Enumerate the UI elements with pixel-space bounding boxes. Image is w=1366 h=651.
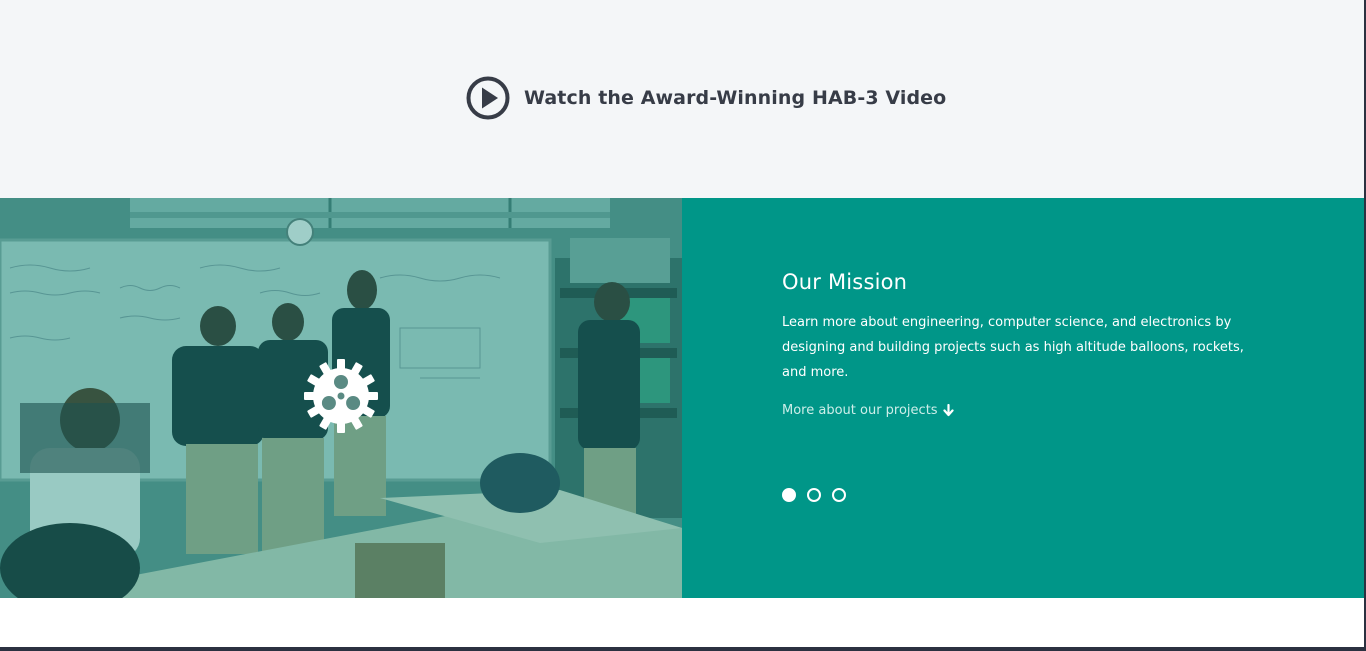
carousel-dot-1[interactable] [782,488,796,502]
play-circle-icon[interactable] [466,76,510,120]
watch-video-label[interactable]: Watch the Award-Winning HAB-3 Video [524,87,946,109]
mission-panel: Our Mission Learn more about engineering… [682,198,1364,598]
more-projects-label[interactable]: More about our projects [782,403,938,418]
team-photo [0,198,682,598]
gear-icon [304,359,378,433]
watch-video-link[interactable]: Watch the Award-Winning HAB-3 Video [466,76,946,120]
mission-description: Learn more about engineering, computer s… [782,315,1244,380]
carousel-dots [782,488,857,502]
arrow-down-icon[interactable] [942,404,955,417]
mission-title: Our Mission [782,270,908,294]
more-projects-link[interactable]: More about our projects [782,403,955,418]
video-section: Watch the Award-Winning HAB-3 Video [0,0,1364,198]
carousel-dot-2[interactable] [807,488,821,502]
page-frame: Watch the Award-Winning HAB-3 Video Our … [0,0,1364,647]
carousel-dot-3[interactable] [832,488,846,502]
